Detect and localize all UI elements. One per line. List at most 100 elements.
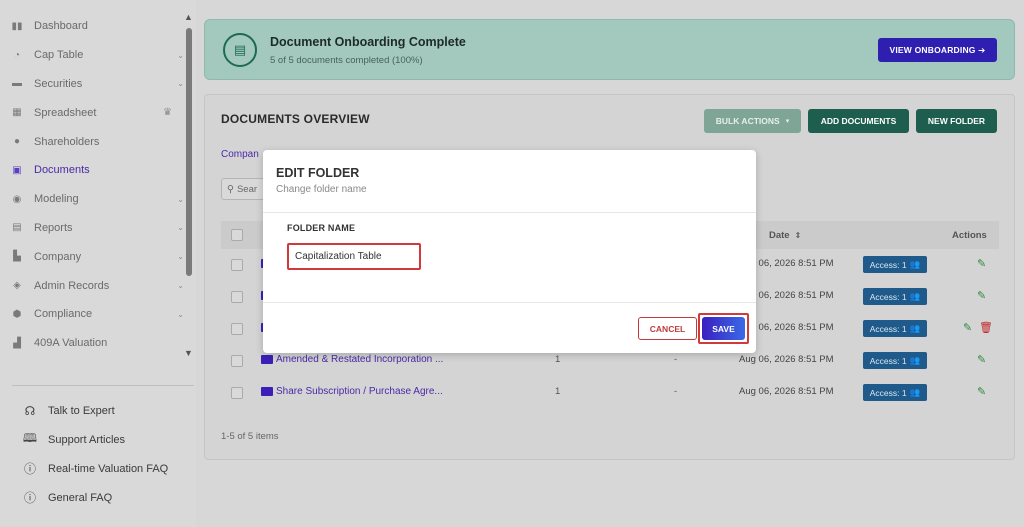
modal-subtitle: Change folder name bbox=[276, 184, 367, 195]
sidebar: ▮▮ Dashboard ◔ Cap Table ⌄ ▬ Securities ⌄ ▦ Sp… bbox=[0, 0, 196, 527]
help-links: ☊ Talk to Expert 🕮 Support Articles ⓘ Real-… bbox=[22, 396, 192, 512]
edit-folder-modal: EDIT FOLDER Change folder name FOLDER NA… bbox=[263, 150, 756, 353]
help-support-articles[interactable]: 🕮 Support Articles bbox=[22, 425, 192, 454]
sidebar-item-documents[interactable]: ▣ Documents bbox=[8, 156, 186, 185]
edit-icon[interactable]: ✎ bbox=[977, 257, 986, 270]
banner-title: Document Onboarding Complete bbox=[270, 35, 466, 49]
chevron-down-icon: ⌄ bbox=[177, 79, 184, 89]
chevron-down-icon: ⌄ bbox=[177, 194, 184, 204]
spreadsheet-icon: ▦ bbox=[12, 107, 22, 119]
edit-icon[interactable]: ✎ bbox=[963, 321, 972, 334]
dashboard-icon: ▮▮ bbox=[11, 20, 23, 32]
row-placeholder: - bbox=[674, 386, 678, 397]
headset-icon: ☊ bbox=[24, 403, 36, 418]
row-checkbox[interactable] bbox=[231, 291, 243, 303]
new-folder-button[interactable]: NEW FOLDER bbox=[916, 109, 997, 133]
sidebar-item-dashboard[interactable]: ▮▮ Dashboard bbox=[8, 12, 186, 41]
scroll-up-icon[interactable]: ▲ bbox=[184, 12, 193, 22]
modal-divider bbox=[263, 212, 756, 213]
modal-divider bbox=[263, 302, 756, 303]
pagination-summary: 1-5 of 5 items bbox=[221, 431, 279, 442]
users-icon: 👥 bbox=[909, 291, 921, 301]
row-date: Aug 06, 2026 8:51 PM bbox=[739, 386, 834, 397]
sidebar-item-company[interactable]: ▙ Company ⌄ bbox=[8, 242, 186, 271]
lightbulb-icon: ◉ bbox=[12, 193, 22, 205]
edit-icon[interactable]: ✎ bbox=[977, 289, 986, 302]
view-onboarding-button[interactable]: VIEW ONBOARDING ➔ bbox=[878, 38, 997, 62]
folder-name-input[interactable]: Capitalization Table bbox=[287, 243, 421, 270]
add-documents-button[interactable]: ADD DOCUMENTS bbox=[808, 109, 909, 133]
question-icon: ⓘ bbox=[23, 462, 36, 476]
sidebar-item-shareholders[interactable]: ● Shareholders bbox=[8, 127, 186, 156]
save-button[interactable]: SAVE bbox=[702, 317, 745, 340]
sidebar-nav: ▮▮ Dashboard ◔ Cap Table ⌄ ▬ Securities ⌄ ▦ Sp… bbox=[8, 12, 186, 358]
users-icon: 👥 bbox=[909, 323, 921, 333]
access-badge[interactable]: Access: 1 👥 bbox=[863, 384, 927, 401]
chevron-down-icon: ⌄ bbox=[177, 50, 184, 60]
access-badge[interactable]: Access: 1 👥 bbox=[863, 352, 927, 369]
folder-icon bbox=[261, 387, 273, 396]
sidebar-item-securities[interactable]: ▬ Securities ⌄ bbox=[8, 70, 186, 99]
row-checkbox[interactable] bbox=[231, 323, 243, 335]
book-icon: 🕮 bbox=[22, 431, 38, 445]
folder-icon bbox=[261, 355, 273, 364]
help-talk-to-expert[interactable]: ☊ Talk to Expert bbox=[22, 396, 192, 425]
row-checkbox[interactable] bbox=[231, 259, 243, 271]
table-row[interactable]: Share Subscription / Purchase Agre... 1 … bbox=[221, 377, 999, 409]
users-icon: 👥 bbox=[909, 259, 921, 269]
folder-name-link[interactable]: Share Subscription / Purchase Agre... bbox=[276, 386, 443, 397]
modal-title: EDIT FOLDER bbox=[276, 166, 360, 180]
trash-icon[interactable]: 🗑 bbox=[979, 321, 993, 334]
access-badge[interactable]: Access: 1 👥 bbox=[863, 256, 927, 273]
edit-icon[interactable]: ✎ bbox=[977, 385, 986, 398]
question-icon: ⓘ bbox=[23, 491, 36, 505]
column-header-date[interactable]: Date ⇕ bbox=[769, 230, 801, 241]
caret-down-icon: ▾ bbox=[785, 118, 790, 125]
building-icon: ▙ bbox=[13, 251, 21, 263]
securities-icon: ▬ bbox=[12, 78, 22, 90]
page-title: DOCUMENTS OVERVIEW bbox=[221, 112, 370, 126]
document-check-icon: ▤ bbox=[223, 33, 257, 67]
sidebar-item-admin-records[interactable]: ◈ Admin Records ⌄ bbox=[8, 271, 186, 300]
folder-name-label: FOLDER NAME bbox=[287, 223, 356, 233]
onboarding-banner: ▤ Document Onboarding Complete 5 of 5 do… bbox=[204, 19, 1015, 80]
sidebar-item-cap-table[interactable]: ◔ Cap Table ⌄ bbox=[8, 41, 186, 70]
users-icon: 👥 bbox=[909, 355, 921, 365]
sidebar-item-compliance[interactable]: ⬢ Compliance ⌄ bbox=[8, 300, 186, 329]
person-icon: ● bbox=[13, 136, 21, 148]
chevron-down-icon: ⌄ bbox=[177, 281, 184, 291]
row-placeholder: - bbox=[674, 354, 678, 365]
edit-icon[interactable]: ✎ bbox=[977, 353, 986, 366]
chevron-down-icon: ⌄ bbox=[177, 252, 184, 262]
access-badge[interactable]: Access: 1 👥 bbox=[863, 288, 927, 305]
row-checkbox[interactable] bbox=[231, 387, 243, 399]
select-all-checkbox[interactable] bbox=[231, 229, 243, 241]
column-header-actions: Actions bbox=[952, 230, 987, 241]
row-count: 1 bbox=[555, 354, 561, 365]
chevron-down-icon: ⌄ bbox=[177, 223, 184, 233]
access-badge[interactable]: Access: 1 👥 bbox=[863, 320, 927, 337]
banner-subtitle: 5 of 5 documents completed (100%) bbox=[270, 55, 423, 66]
sidebar-item-reports[interactable]: ▤ Reports ⌄ bbox=[8, 214, 186, 243]
scroll-down-icon[interactable]: ▼ bbox=[184, 348, 193, 358]
admin-icon: ◈ bbox=[13, 280, 21, 292]
shield-icon: ⬢ bbox=[12, 308, 22, 320]
sidebar-divider bbox=[12, 385, 194, 386]
folder-name-link[interactable]: Amended & Restated Incorporation ... bbox=[276, 354, 443, 365]
tab-company[interactable]: Compan bbox=[221, 149, 259, 160]
search-input[interactable]: ⚲ Sear bbox=[221, 178, 269, 200]
help-realtime-valuation-faq[interactable]: ⓘ Real-time Valuation FAQ bbox=[22, 454, 192, 483]
row-date: Aug 06, 2026 8:51 PM bbox=[739, 354, 834, 365]
sidebar-item-modeling[interactable]: ◉ Modeling ⌄ bbox=[8, 185, 186, 214]
valuation-icon: ▟ bbox=[13, 337, 21, 349]
bulk-actions-button[interactable]: BULK ACTIONS ▾ bbox=[704, 109, 801, 133]
sidebar-item-409a-valuation[interactable]: ▟ 409A Valuation bbox=[8, 329, 186, 358]
row-count: 1 bbox=[555, 386, 561, 397]
help-general-faq[interactable]: ⓘ General FAQ bbox=[22, 483, 192, 512]
sidebar-item-spreadsheet[interactable]: ▦ Spreadsheet ♛ bbox=[8, 98, 186, 127]
cancel-button[interactable]: CANCEL bbox=[638, 317, 697, 340]
chevron-down-icon: ⌄ bbox=[177, 309, 184, 319]
sidebar-scrollbar[interactable]: ▲ ▼ bbox=[184, 12, 193, 362]
row-checkbox[interactable] bbox=[231, 355, 243, 367]
scrollbar-thumb[interactable] bbox=[186, 28, 192, 276]
